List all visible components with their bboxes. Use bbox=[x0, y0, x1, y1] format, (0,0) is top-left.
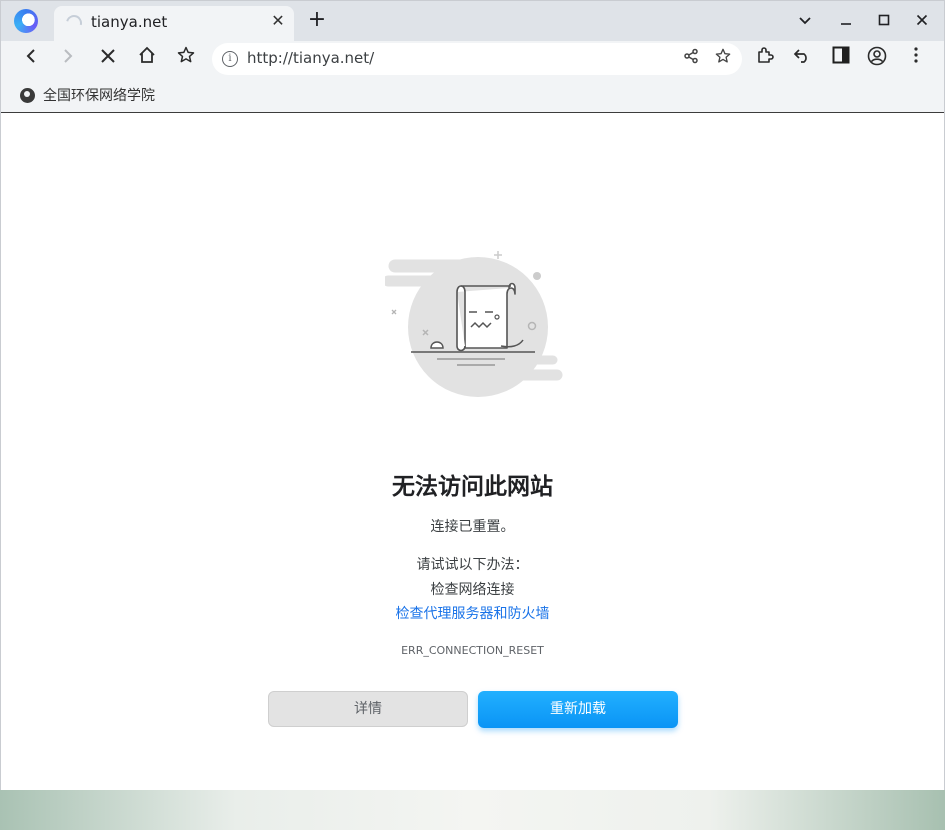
forward-button[interactable] bbox=[55, 46, 81, 72]
extensions-icon[interactable] bbox=[752, 46, 778, 72]
desktop-background bbox=[0, 790, 945, 830]
stop-loading-button[interactable] bbox=[95, 46, 121, 72]
undo-icon[interactable] bbox=[789, 46, 815, 72]
toolbar: i http://tianya.net/ bbox=[1, 41, 944, 77]
browser-logo-icon[interactable] bbox=[14, 9, 38, 33]
tab-strip: tianya.net ✕ + bbox=[1, 1, 944, 41]
profile-avatar-icon[interactable] bbox=[864, 46, 890, 72]
browser-window: tianya.net ✕ + i http://tianya.net/ 全国环保… bbox=[0, 0, 945, 790]
error-page: 无法访问此网站 连接已重置。 请试试以下办法： 检查网络连接 检查代理服务器和防… bbox=[1, 114, 944, 790]
minimize-button[interactable] bbox=[834, 9, 858, 33]
suggestion-check-network: 检查网络连接 bbox=[430, 582, 515, 598]
side-panel-icon[interactable] bbox=[828, 46, 854, 72]
tab-search-chevron-icon[interactable] bbox=[793, 9, 817, 33]
tab-title: tianya.net bbox=[91, 13, 168, 31]
details-button[interactable]: 详情 bbox=[268, 691, 468, 727]
maximize-button[interactable] bbox=[872, 9, 896, 33]
close-window-button[interactable] bbox=[910, 9, 934, 33]
check-proxy-firewall-link[interactable]: 检查代理服务器和防火墙 bbox=[1, 603, 944, 623]
reload-button[interactable]: 重新加载 bbox=[478, 691, 678, 728]
menu-icon[interactable] bbox=[903, 46, 929, 72]
error-code: ERR_CONNECTION_RESET bbox=[401, 644, 544, 657]
tab-tianya[interactable]: tianya.net ✕ bbox=[54, 6, 294, 41]
bookmark-item[interactable]: 全国环保网络学院 bbox=[20, 84, 155, 106]
bookmarks-bar: 全国环保网络学院 bbox=[1, 77, 944, 113]
bookmark-label: 全国环保网络学院 bbox=[43, 88, 155, 104]
new-tab-button[interactable]: + bbox=[306, 9, 328, 31]
star-icon[interactable] bbox=[711, 47, 735, 71]
globe-icon bbox=[20, 87, 35, 103]
home-button[interactable] bbox=[134, 46, 160, 72]
loading-spinner-icon bbox=[63, 12, 85, 34]
try-label: 请试试以下办法： bbox=[416, 557, 529, 573]
bookmark-star-button[interactable] bbox=[173, 46, 199, 72]
address-bar[interactable]: i http://tianya.net/ bbox=[212, 43, 742, 75]
share-icon[interactable] bbox=[679, 47, 703, 71]
site-info-icon[interactable]: i bbox=[222, 51, 238, 67]
back-button[interactable] bbox=[18, 46, 44, 72]
error-title: 无法访问此网站 bbox=[392, 474, 553, 500]
disconnected-document-illustration bbox=[385, 251, 563, 397]
close-tab-icon[interactable]: ✕ bbox=[268, 11, 288, 31]
error-subtitle: 连接已重置。 bbox=[430, 519, 515, 535]
url-text[interactable]: http://tianya.net/ bbox=[247, 49, 374, 67]
